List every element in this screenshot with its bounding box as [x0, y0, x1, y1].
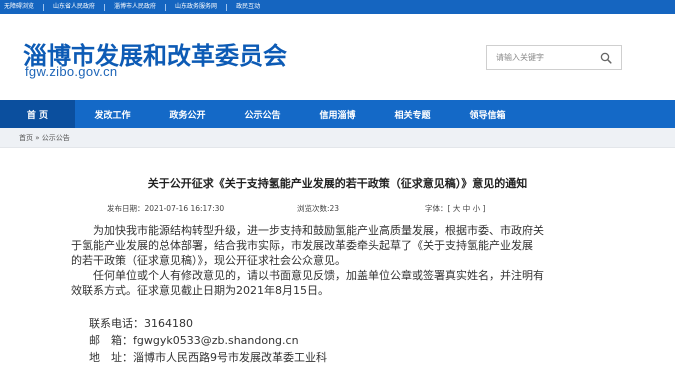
- font-size-large[interactable]: 大: [453, 204, 461, 213]
- nav-item-work[interactable]: 发改工作: [75, 100, 150, 128]
- font-size-medium[interactable]: 中: [463, 204, 471, 213]
- top-link-bar: 无障碍浏览 山东省人民政府 淄博市人民政府 山东政务服务网 政民互动: [0, 0, 675, 14]
- top-link-divider: [43, 3, 45, 11]
- email-label: 邮 箱：: [89, 334, 133, 347]
- top-link-shandong-gov[interactable]: 山东省人民政府: [53, 0, 95, 14]
- top-links: 无障碍浏览 山东省人民政府 淄博市人民政府 山东政务服务网 政民互动: [4, 0, 260, 14]
- top-link-zibo-gov[interactable]: 淄博市人民政府: [114, 0, 156, 14]
- phone-label: 联系电话：: [89, 317, 144, 330]
- nav-item-mailbox[interactable]: 领导信箱: [450, 100, 525, 128]
- font-size-switcher: 字体：[ 大 中 小 ]: [425, 204, 486, 213]
- nav-item-topics[interactable]: 相关专题: [375, 100, 450, 128]
- email-value[interactable]: fgwgyk0533@zb.shandong.cn: [133, 334, 299, 347]
- font-size-small[interactable]: 小: [473, 204, 481, 213]
- search-input[interactable]: [487, 46, 593, 69]
- top-link-interaction[interactable]: 政民互动: [236, 0, 260, 14]
- article-body: 为加快我市能源结构转型升级，进一步支持和鼓励氢能产业高质量发展，根据市委、市政府…: [71, 223, 613, 298]
- nav-item-home[interactable]: 首 页: [0, 100, 75, 128]
- contact-email: 邮 箱：fgwgyk0533@zb.shandong.cn: [89, 333, 299, 348]
- search-button[interactable]: [591, 46, 621, 69]
- top-link-divider: [104, 3, 106, 11]
- view-count: 浏览次数:23: [297, 204, 340, 213]
- contact-phone: 联系电话：3164180: [89, 316, 193, 331]
- main-nav: 首 页 发改工作 政务公开 公示公告 信用淄博 相关专题 领导信箱: [0, 100, 675, 128]
- nav-item-gov-affairs[interactable]: 政务公开: [150, 100, 225, 128]
- publish-date: 发布日期：2021-07-16 16:17:30: [107, 204, 225, 213]
- top-link-accessibility[interactable]: 无障碍浏览: [4, 0, 34, 14]
- contact-address: 地 址：淄博市人民西路9号市发展改革委工业科: [89, 350, 327, 365]
- paragraph-2-line-2: 效联系方式。征求意见截止日期为2021年8月15日。: [71, 284, 329, 297]
- address-label: 地 址：: [89, 351, 133, 364]
- paragraph-1-line-3: 的若干政策（征求意见稿）》，现公开征求社会公众意见。: [71, 254, 346, 267]
- article-meta: 发布日期：2021-07-16 16:17:30 浏览次数:23 字体：[ 大 …: [0, 203, 675, 215]
- search-box: [486, 45, 622, 70]
- address-value: 淄博市人民西路9号市发展改革委工业科: [133, 351, 327, 364]
- article-title: 关于公开征求《关于支持氢能产业发展的若干政策（征求意见稿）》意见的通知: [147, 177, 528, 190]
- top-link-divider: [226, 3, 228, 11]
- font-size-label: 字体：: [425, 204, 448, 213]
- paragraph-1-line-2: 于氢能产业发展的总体部署，结合我市实际，市发展改革委牵头起草了《关于支持氢能产业…: [71, 239, 533, 252]
- breadcrumb-text[interactable]: 首页 » 公示公告: [19, 128, 70, 148]
- paragraph-1-line-1: 为加快我市能源结构转型升级，进一步支持和鼓励氢能产业高质量发展，根据市委、市政府…: [93, 224, 544, 237]
- top-link-divider: [165, 3, 167, 11]
- search-icon: [600, 52, 612, 64]
- breadcrumb: 首页 » 公示公告: [0, 128, 675, 148]
- phone-value: 3164180: [144, 317, 193, 330]
- site-header: 淄博市发展和改革委员会 fgw.zibo.gov.cn: [0, 14, 675, 100]
- top-link-gov-service[interactable]: 山东政务服务网: [175, 0, 217, 14]
- paragraph-2-line-1: 任何单位或个人有修改意见的，请以书面意见反馈，加盖单位公章或签署真实姓名，并注明…: [93, 269, 544, 282]
- site-domain: fgw.zibo.gov.cn: [25, 64, 118, 79]
- nav-item-announcements[interactable]: 公示公告: [225, 100, 300, 128]
- nav-item-credit[interactable]: 信用淄博: [300, 100, 375, 128]
